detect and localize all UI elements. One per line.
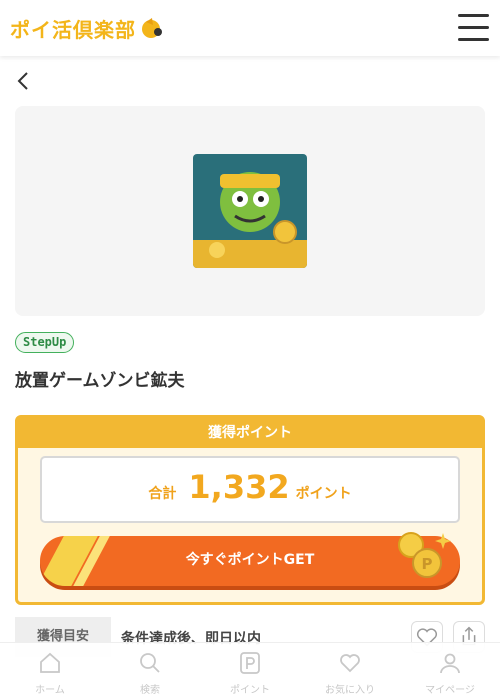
nav-label-home: ホーム	[35, 685, 65, 696]
nav-home[interactable]: ホーム	[0, 643, 100, 700]
svg-text:P: P	[422, 555, 433, 573]
logo-mark-icon	[142, 18, 162, 38]
step-up-badge: StepUp	[15, 332, 75, 353]
total-value: 1,332	[188, 468, 290, 506]
heart-icon	[340, 654, 360, 673]
nav-label-points: ポイント	[230, 685, 270, 696]
points-panel: 獲得ポイント 合計 1,332 ポイント 今すぐポイントGET P	[15, 415, 485, 605]
hamburger-line	[458, 26, 489, 29]
hero-banner	[15, 106, 485, 316]
coins-icon: P	[398, 532, 451, 578]
logo-text: ポイ活倶楽部	[10, 17, 136, 42]
app-title: 放置ゲームゾンビ鉱夫	[15, 371, 185, 391]
search-icon	[140, 653, 160, 673]
hamburger-line	[458, 14, 489, 17]
bottom-nav: ホーム 検索 ポイント お気に入り マイページ	[0, 642, 500, 700]
nav-search[interactable]: 検索	[100, 643, 200, 700]
nav-label-favorites: お気に入り	[325, 685, 375, 696]
hamburger-line	[458, 38, 489, 41]
nav-label-search: 検索	[140, 685, 160, 696]
total-label: 合計	[148, 486, 177, 502]
points-total: 合計 1,332 ポイント	[40, 456, 460, 523]
home-icon	[40, 652, 60, 673]
point-icon	[240, 652, 260, 674]
nav-points[interactable]: ポイント	[200, 643, 300, 700]
user-icon	[440, 653, 460, 674]
nav-favorites[interactable]: お気に入り	[300, 643, 400, 700]
nav-mypage[interactable]: マイページ	[400, 643, 500, 700]
points-unit: ポイント	[295, 486, 352, 502]
header: ポイ活倶楽部	[0, 0, 500, 56]
points-heading: 獲得ポイント	[18, 418, 482, 448]
menu-button[interactable]	[458, 14, 489, 41]
back-arrow-icon[interactable]	[14, 70, 34, 92]
app-icon[interactable]	[193, 154, 307, 268]
nav-label-mypage: マイページ	[425, 685, 475, 696]
logo[interactable]: ポイ活倶楽部	[10, 15, 164, 42]
